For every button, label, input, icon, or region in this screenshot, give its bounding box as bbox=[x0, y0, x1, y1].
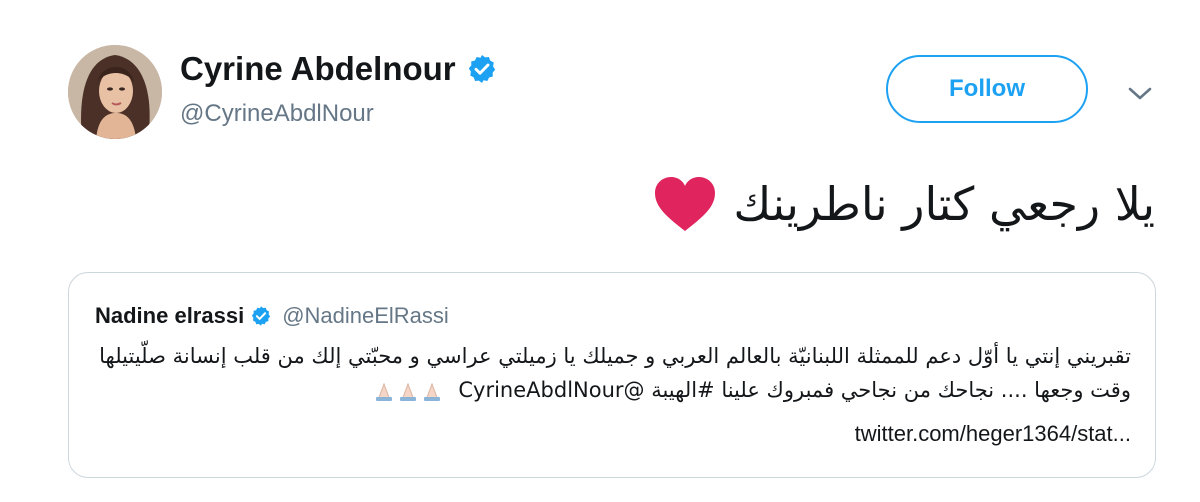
chevron-down-icon[interactable] bbox=[1124, 80, 1156, 108]
tweet-text: يلا رجعي كتار ناطرينك bbox=[653, 168, 1155, 240]
quoted-text-line-1: تقبريني إنتي يا أوّل دعم للممثلة اللبنان… bbox=[99, 344, 1131, 368]
verified-badge-icon bbox=[466, 53, 498, 85]
quoted-tweet-link[interactable]: twitter.com/heger1364/stat... bbox=[855, 421, 1131, 447]
quoted-author-handle: @NadineElRassi bbox=[282, 303, 449, 328]
author-name-text: Cyrine Abdelnour bbox=[180, 50, 456, 87]
profile-photo bbox=[68, 45, 162, 139]
author-display-name[interactable]: Cyrine Abdelnour bbox=[180, 50, 498, 88]
avatar[interactable] bbox=[68, 45, 162, 139]
tweet-text-content: يلا رجعي كتار ناطرينك bbox=[733, 177, 1155, 231]
verified-badge-icon bbox=[250, 305, 272, 327]
red-heart-icon bbox=[653, 175, 717, 233]
quoted-tweet-text: تقبريني إنتي يا أوّل دعم للممثلة اللبنان… bbox=[91, 339, 1131, 407]
quoted-tweet-card[interactable]: Nadine elrassi @NadineElRassi تقبريني إن… bbox=[68, 272, 1156, 478]
quoted-text-line-2-content: وقت وجعها .... نجاحك من نجاحي فمبروك علي… bbox=[458, 378, 1131, 402]
folded-hands-icon bbox=[375, 382, 440, 401]
quoted-author-name: Nadine elrassi bbox=[95, 303, 245, 328]
quoted-text-line-2: وقت وجعها .... نجاحك من نجاحي فمبروك علي… bbox=[91, 373, 1131, 407]
author-handle[interactable]: @CyrineAbdlNour bbox=[180, 100, 374, 128]
follow-button[interactable]: Follow bbox=[886, 55, 1088, 123]
quoted-tweet-header: Nadine elrassi @NadineElRassi bbox=[95, 303, 449, 329]
